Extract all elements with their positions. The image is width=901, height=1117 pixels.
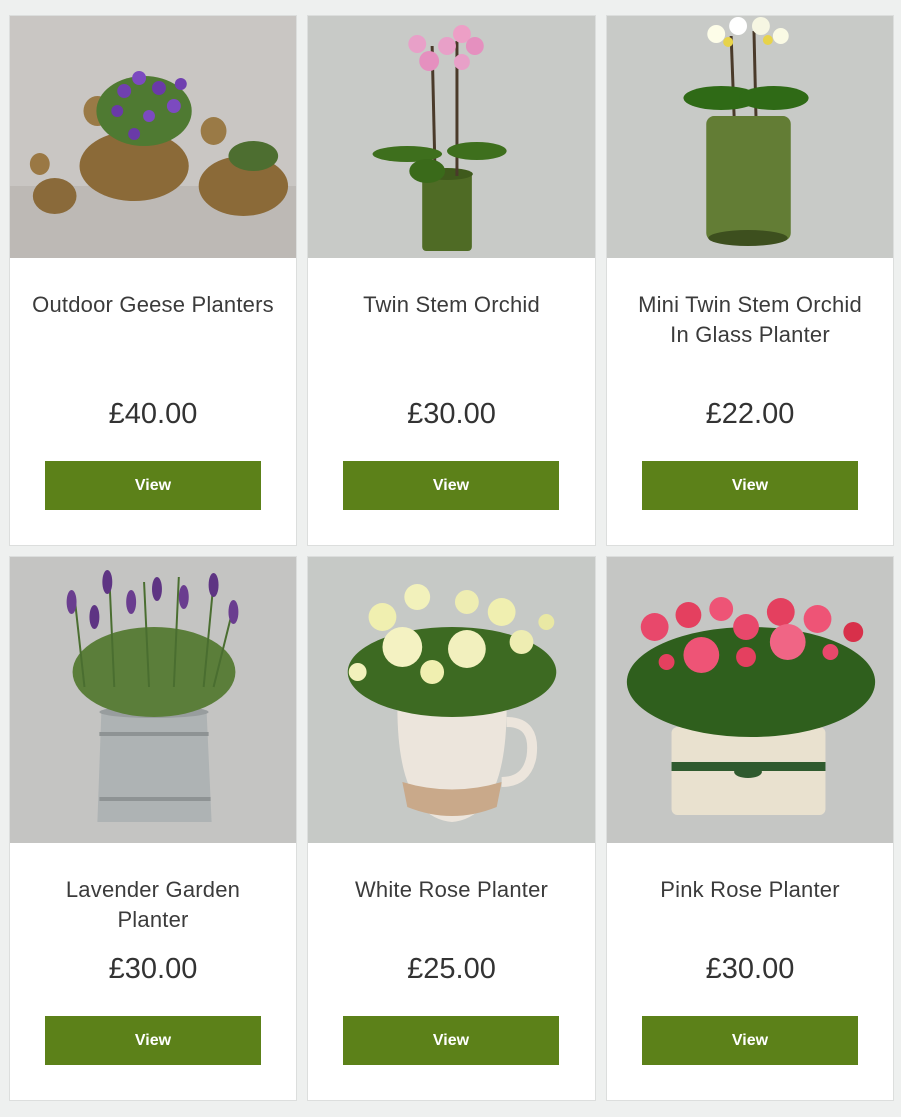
view-button[interactable]: View	[45, 461, 261, 510]
product-title[interactable]: Twin Stem Orchid	[328, 290, 575, 320]
product-title[interactable]: White Rose Planter	[328, 875, 575, 905]
product-price: £30.00	[705, 953, 795, 985]
product-image-white-rose-planter[interactable]	[308, 557, 595, 843]
product-title[interactable]: Lavender Garden Planter	[30, 875, 276, 935]
product-title[interactable]: Mini Twin Stem Orchid In Glass Planter	[627, 290, 873, 350]
product-card[interactable]: Outdoor Geese Planters £40.00 View	[9, 15, 297, 546]
product-card[interactable]: Lavender Garden Planter £30.00 View	[9, 556, 297, 1101]
product-price: £25.00	[407, 953, 496, 985]
product-title[interactable]: Outdoor Geese Planters	[30, 290, 276, 320]
product-image-mini-orchid-glass[interactable]	[607, 16, 893, 258]
product-card[interactable]: Twin Stem Orchid £30.00 View	[307, 15, 596, 546]
product-image-pink-rose-planter[interactable]	[607, 557, 893, 843]
view-button[interactable]: View	[45, 1016, 261, 1065]
view-button[interactable]: View	[343, 461, 559, 510]
product-card[interactable]: Pink Rose Planter £30.00 View	[606, 556, 894, 1101]
product-grid: Outdoor Geese Planters £40.00 View Twin …	[0, 0, 901, 1117]
product-price: £40.00	[108, 398, 198, 430]
view-button[interactable]: View	[642, 1016, 858, 1065]
product-price: £30.00	[407, 398, 496, 430]
product-card[interactable]: Mini Twin Stem Orchid In Glass Planter £…	[606, 15, 894, 546]
product-image-twin-stem-orchid[interactable]	[308, 16, 595, 258]
product-title[interactable]: Pink Rose Planter	[627, 875, 873, 905]
product-image-lavender-planter[interactable]	[10, 557, 296, 843]
product-card[interactable]: White Rose Planter £25.00 View	[307, 556, 596, 1101]
product-price: £30.00	[108, 953, 198, 985]
product-image-geese-planters[interactable]	[10, 16, 296, 258]
product-price: £22.00	[705, 398, 795, 430]
view-button[interactable]: View	[343, 1016, 559, 1065]
view-button[interactable]: View	[642, 461, 858, 510]
